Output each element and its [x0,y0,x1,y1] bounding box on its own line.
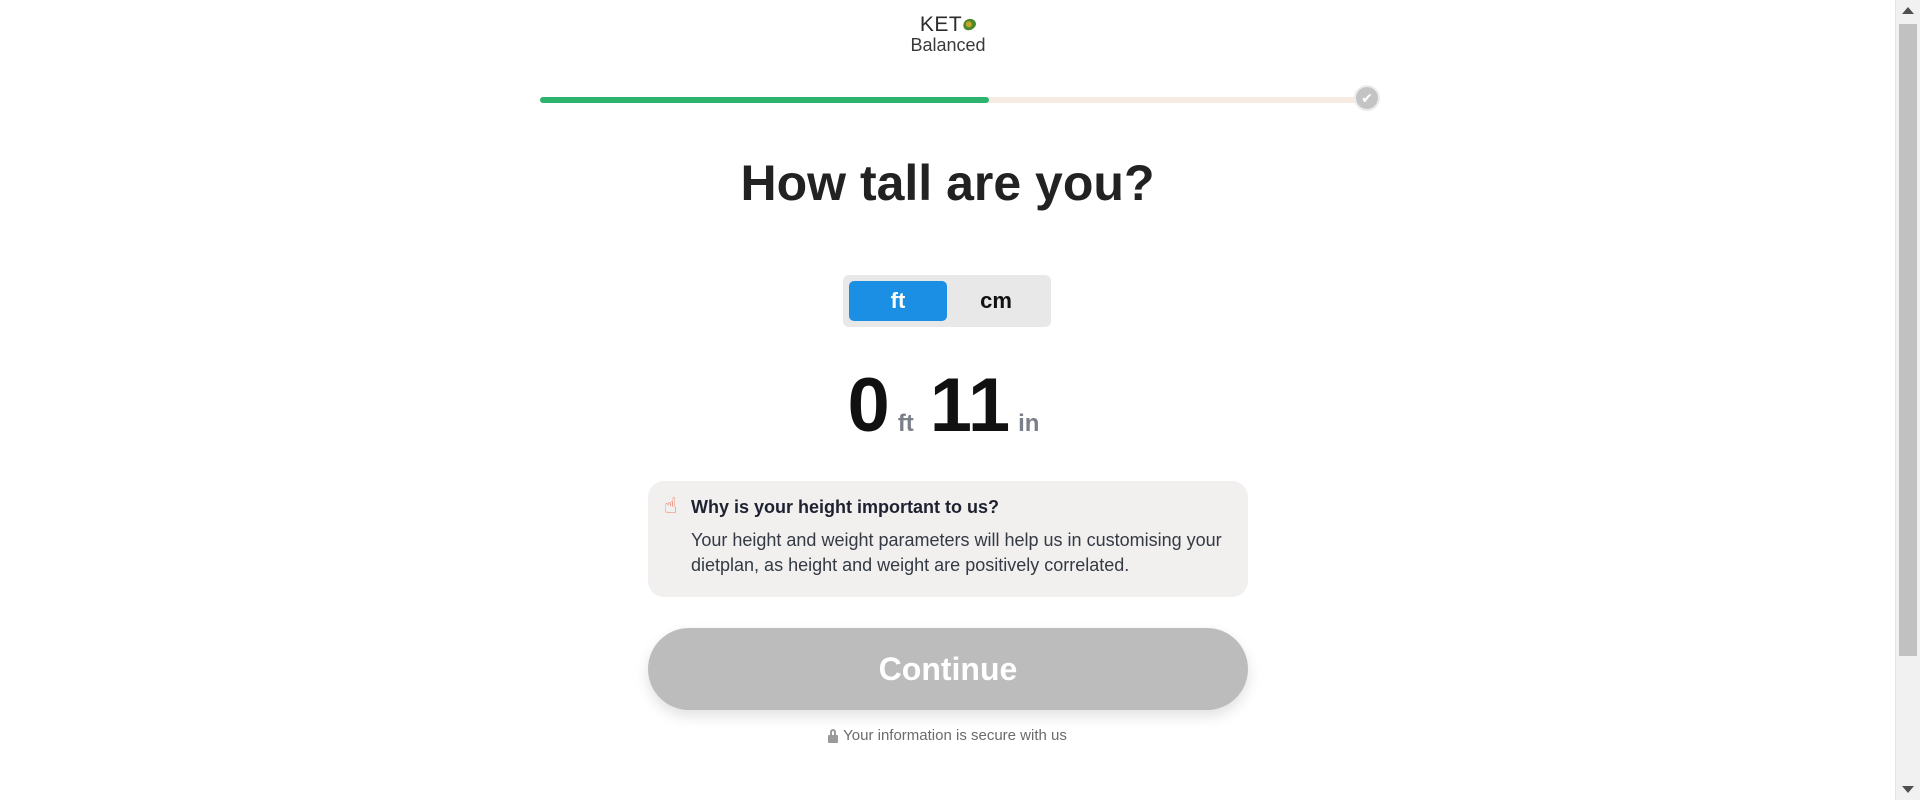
logo-line-1: KET [919,13,963,36]
continue-button[interactable]: Continue [648,628,1248,710]
height-feet-value[interactable]: 0 [848,368,890,444]
secure-note: Your information is secure with us [0,727,1895,744]
height-info-card: ☝ Why is your height important to us? Yo… [648,481,1248,597]
scroll-down-arrow-icon[interactable] [1902,786,1914,793]
lock-icon [828,728,839,743]
unit-ft-button[interactable]: ft [849,281,947,321]
pointing-finger-icon: ☝ [664,493,678,518]
page-title: How tall are you? [740,155,1155,211]
check-icon: ✔ [1354,85,1380,111]
logo-line-2: Balanced [910,35,986,55]
height-display[interactable]: 0 ft 11 in [0,368,1895,444]
info-card-text: Your height and weight parameters will h… [691,530,1222,575]
keto-balanced-logo: KET Balanced [908,14,988,54]
vertical-scrollbar[interactable] [1895,0,1920,800]
unit-cm-button[interactable]: cm [947,281,1045,321]
quiz-progress-bar [540,97,1366,103]
scroll-up-arrow-icon[interactable] [1902,7,1914,14]
unit-toggle: ft cm [843,275,1051,327]
height-inches-value[interactable]: 11 [930,368,1010,444]
height-feet-unit: ft [897,410,914,437]
avocado-icon [961,16,978,33]
logo-wordmark-top: KET [919,13,978,36]
quiz-page: KET Balanced ✔ How tall are you? ft cm 0… [0,0,1920,800]
height-inches-unit: in [1018,410,1040,437]
secure-note-text: Your information is secure with us [843,727,1067,744]
info-card-title: Why is your height important to us? [691,497,999,517]
scrollbar-thumb[interactable] [1899,24,1917,656]
progress-bar-fill [540,97,989,103]
